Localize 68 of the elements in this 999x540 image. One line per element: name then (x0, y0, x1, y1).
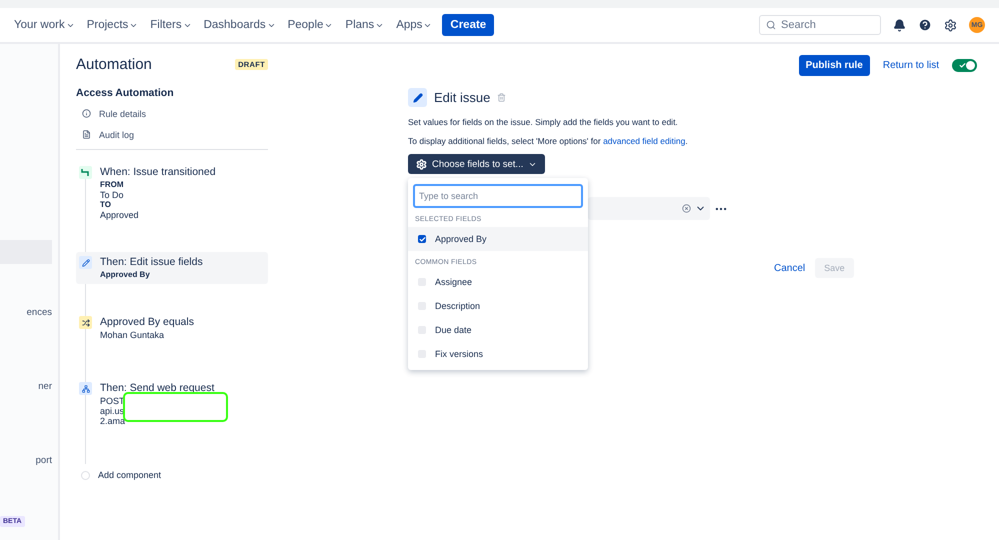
editor-title: Edit issue (434, 90, 490, 105)
component-title: Then: Edit issue fields (100, 256, 203, 268)
help-icon[interactable] (918, 18, 932, 32)
check-icon (959, 62, 966, 69)
nav-menu[interactable]: Projects (86, 19, 138, 31)
check-icon (418, 236, 426, 242)
component-detail: Approved (100, 210, 140, 220)
rule-component[interactable]: Approved By equals Mohan Guntaka (76, 312, 268, 344)
page-title: Automation (76, 56, 152, 73)
search-icon (766, 20, 776, 30)
add-component-link[interactable]: Add component (98, 470, 162, 480)
sidebar-item[interactable]: port (0, 448, 52, 472)
create-button[interactable]: Create (442, 14, 494, 36)
description-text: Set values for fields on the issue. Simply add the fields you want to edit. (408, 117, 679, 127)
settings-icon[interactable] (944, 18, 957, 32)
sidebar-item[interactable]: ner (0, 374, 52, 398)
field-option[interactable]: Approved By (435, 234, 487, 244)
field-option[interactable]: Fix versions (435, 349, 484, 359)
pencil-icon (408, 88, 427, 107)
component-detail: To Do (100, 190, 125, 200)
component-detail: Mohan Guntaka (100, 330, 166, 340)
bell-icon[interactable] (893, 18, 906, 32)
nav-link[interactable]: Rule details (99, 108, 146, 118)
shuffle-icon (82, 318, 90, 326)
search-field[interactable]: Search (759, 15, 881, 35)
nav-menu[interactable]: Dashboards (204, 19, 276, 31)
network-icon (82, 384, 90, 392)
gear-icon (416, 158, 427, 170)
sidebar-item[interactable]: ences (0, 300, 52, 324)
pencil-icon (82, 258, 90, 266)
path-icon (81, 168, 90, 177)
component-title: Approved By equals (100, 316, 194, 328)
rule-component[interactable]: Then: Send web request POST api.us 2.ama (76, 378, 268, 430)
enable-toggle[interactable] (952, 59, 977, 72)
component-detail: Approved By (100, 270, 151, 280)
return-link[interactable]: Return to list (882, 60, 939, 71)
component-detail: 2.ama (100, 416, 126, 426)
component-detail: TO (100, 200, 112, 210)
info-icon (82, 109, 91, 118)
component-title: Then: Send web request (100, 382, 214, 394)
search-input[interactable]: Type to search (413, 184, 583, 208)
component-detail: POST (100, 396, 126, 406)
rule-component[interactable]: Then: Edit issue fields Approved By (76, 252, 268, 284)
nav-menu[interactable]: Your work (14, 19, 75, 31)
nav-menu[interactable]: People (288, 19, 334, 31)
section-title: Access Automation (76, 87, 175, 99)
publish-button[interactable]: Publish rule (798, 55, 870, 76)
component-title: When: Issue transitioned (100, 166, 216, 178)
field-option[interactable]: Description (435, 301, 480, 311)
trash-icon[interactable] (497, 93, 506, 102)
nav-menu[interactable]: Filters (150, 19, 192, 31)
field-select[interactable] (588, 197, 710, 220)
clear-icon[interactable] (682, 204, 691, 213)
document-icon (82, 130, 91, 139)
field-option[interactable]: Assignee (435, 277, 472, 287)
component-detail: api.us (100, 406, 126, 416)
component-detail: FROM (100, 180, 125, 190)
field-option[interactable]: Due date (435, 325, 472, 335)
cancel-button[interactable]: Cancel (774, 262, 806, 274)
nav-link[interactable]: Audit log (99, 130, 134, 140)
checkbox[interactable] (418, 235, 426, 243)
add-dot-icon (81, 470, 90, 480)
nav-menu[interactable]: Apps (396, 19, 432, 31)
advanced-editing-link[interactable]: advanced field editing (603, 136, 686, 146)
nav-menu[interactable]: Plans (345, 19, 384, 31)
choose-fields-button[interactable]: Choose fields to set... (408, 154, 546, 174)
hint-text: To display additional fields, select 'More options' for advanced field editing. (408, 136, 689, 146)
rule-component[interactable]: When: Issue transitioned FROM To Do TO Approved (76, 162, 268, 224)
